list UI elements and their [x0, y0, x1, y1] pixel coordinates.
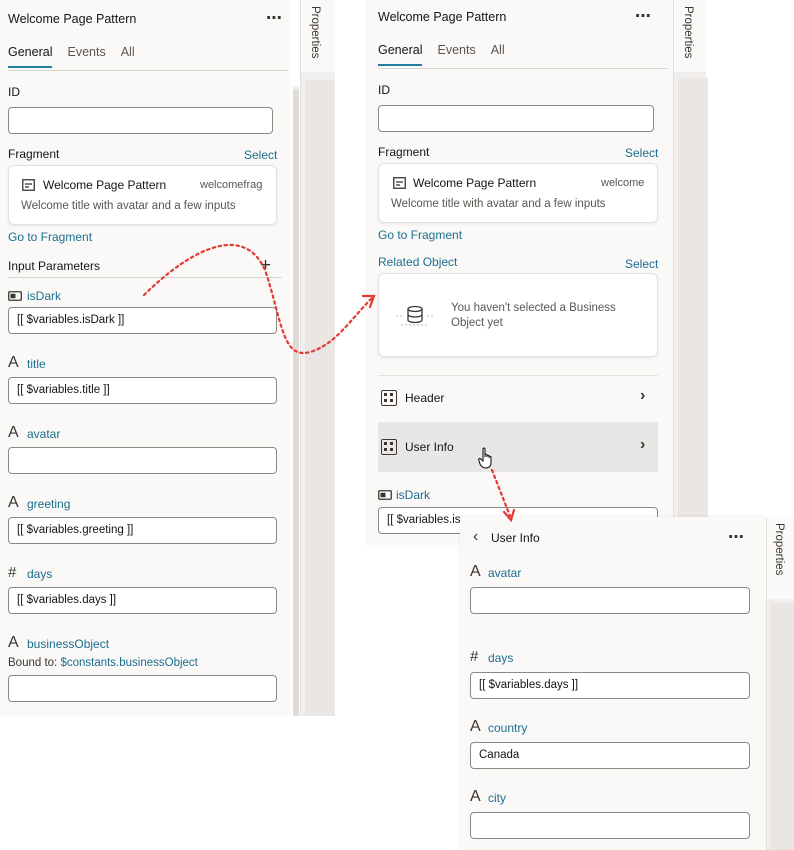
arrow-fragment-to-related-object — [142, 243, 374, 355]
arrow-user-info-to-panel — [490, 468, 512, 518]
annotation-arrows — [142, 243, 516, 523]
